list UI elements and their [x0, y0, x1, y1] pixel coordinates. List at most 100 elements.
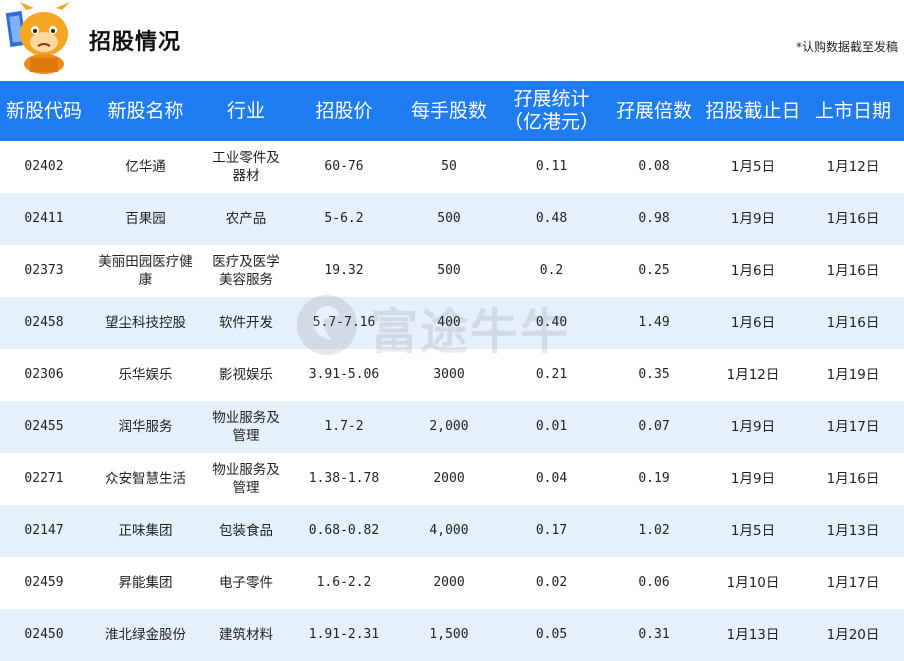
column-header: 招股截止日: [704, 81, 802, 141]
board-lot-cell: 500: [437, 263, 461, 278]
board-lot-cell: 3000: [433, 367, 465, 382]
table-row: 02459 昇能集团 电子零件 1.6-2.2 2000 0.02 0.06 1月10日 1月1…: [0, 557, 904, 609]
margin-multiple-cell: 1.02: [638, 523, 670, 538]
listing-date-cell: 1月19日: [826, 367, 880, 383]
subscription-deadline-cell: 1月5日: [730, 159, 776, 175]
board-lot-cell: 2000: [433, 575, 465, 590]
stock-name-cell: 正味集团: [118, 523, 173, 539]
margin-amount-cell: 0.21: [535, 367, 568, 382]
industry-cell: 影视娱乐: [219, 367, 273, 383]
table-row: 02306 乐华娱乐 影视娱乐 3.91-5.06 3000 0.21 0.35 1月12日 1…: [0, 349, 904, 401]
stock-name-cell: 美丽田园医疗健康: [98, 254, 193, 288]
offer-price-cell: 0.68-0.82: [308, 523, 380, 538]
offer-price-cell: 19.32: [324, 263, 364, 278]
margin-multiple-cell: 0.98: [638, 211, 670, 226]
industry-cell: 物业服务及管理: [212, 410, 280, 444]
stock-code-cell: 02402: [24, 159, 64, 174]
listing-date-cell: 1月20日: [826, 627, 880, 643]
table-row: 02455 润华服务 物业服务及管理 1.7-2 2,000 0.01 0.07 1月9日 1月…: [0, 401, 904, 453]
column-header-text: 招股截止日: [705, 99, 801, 122]
offer-price-cell: 60-76: [324, 159, 364, 174]
table-row: 02271 众安智慧生活 物业服务及管理 1.38-1.78 2000 0.04 0.19 1…: [0, 453, 904, 505]
industry-cell: 农产品: [225, 211, 267, 227]
column-header: 新股名称: [88, 81, 203, 141]
subscription-deadline-cell: 1月13日: [726, 627, 780, 643]
subscription-deadline-cell: 1月12日: [726, 367, 780, 383]
stock-code-cell: 02373: [24, 263, 64, 278]
stock-name-cell: 润华服务: [118, 419, 173, 435]
listing-date-cell: 1月17日: [826, 575, 880, 591]
listing-date-cell: 1月17日: [826, 419, 880, 435]
margin-multiple-cell: 0.07: [638, 419, 670, 434]
table-row: 02373 美丽田园医疗健康 医疗及医学美容服务 19.32 500 0.2 0.25 1月6…: [0, 245, 904, 297]
stock-code-cell: 02306: [24, 367, 64, 382]
subscription-deadline-cell: 1月6日: [730, 315, 776, 331]
offer-price-cell: 5-6.2: [324, 211, 364, 226]
table-row: 02450 淮北绿金股份 建筑材料 1.91-2.31 1,500 0.05 0.31 1月1…: [0, 609, 904, 661]
board-lot-cell: 2,000: [429, 419, 469, 434]
stock-name-cell: 淮北绿金股份: [105, 627, 186, 643]
column-header-text: （亿港元）: [503, 111, 599, 133]
board-lot-cell: 500: [437, 211, 461, 226]
column-header-text: 每手股数: [410, 99, 487, 122]
board-lot-cell: 50: [441, 159, 457, 174]
margin-amount-cell: 0.11: [535, 159, 568, 174]
margin-amount-cell: 0.48: [535, 211, 568, 226]
table-row: 02147 正味集团 包装食品 0.68-0.82 4,000 0.17 1.02 1月5日 1…: [0, 505, 904, 557]
column-header-text: 招股价: [315, 99, 373, 122]
column-header: 上市日期: [802, 81, 904, 141]
subscription-deadline-cell: 1月5日: [730, 523, 776, 539]
stock-code-cell: 02455: [24, 419, 64, 434]
board-lot-cell: 1,500: [429, 627, 469, 642]
industry-cell: 建筑材料: [219, 627, 273, 643]
subscription-deadline-cell: 1月6日: [730, 263, 776, 279]
margin-multiple-cell: 0.31: [638, 627, 670, 642]
table-row: 02411 百果园 农产品 5-6.2 500 0.48 0.98 1月9日 1月16日: [0, 193, 904, 245]
column-header: 孖展统计 （亿港元）: [499, 81, 604, 141]
listing-date-cell: 1月16日: [826, 471, 880, 487]
listing-date-cell: 1月13日: [826, 523, 880, 539]
stock-code-cell: 02147: [24, 523, 64, 538]
margin-multiple-cell: 0.06: [638, 575, 670, 590]
margin-multiple-cell: 0.25: [638, 263, 670, 278]
page-title: 招股情况: [89, 30, 182, 55]
margin-multiple-cell: 0.19: [638, 471, 670, 486]
stock-name-cell: 乐华娱乐: [118, 367, 173, 383]
subscription-deadline-cell: 1月9日: [730, 419, 776, 435]
column-header-text: 行业: [226, 99, 265, 122]
column-header-text: 新股名称: [107, 99, 184, 122]
table-row: 02458 望尘科技控股 软件开发 5.7-7.16 400 0.40 1.49 1月6日 1月…: [0, 297, 904, 349]
listing-date-cell: 1月12日: [826, 159, 880, 175]
stock-name-cell: 昇能集团: [118, 575, 173, 591]
margin-multiple-cell: 1.49: [638, 315, 670, 330]
margin-amount-cell: 0.17: [535, 523, 568, 538]
table-row: 02402 亿华通 工业零件及器材 60-76 50 0.11 0.08 1月5日 1月12日: [0, 141, 904, 193]
data-cutoff-note: *认购数据截至发稿: [795, 40, 898, 54]
column-header-text: 孖展倍数: [615, 99, 692, 122]
margin-multiple-cell: 0.08: [638, 159, 670, 174]
margin-amount-cell: 0.05: [535, 627, 568, 642]
industry-cell: 工业零件及器材: [212, 150, 280, 184]
margin-amount-cell: 0.01: [535, 419, 568, 434]
stock-name-cell: 百果园: [125, 211, 166, 227]
stock-name-cell: 望尘科技控股: [105, 315, 186, 331]
table-body: 02402 亿华通 工业零件及器材 60-76 50 0.11 0.08 1月5日 1月12日 0…: [0, 141, 904, 661]
stock-name-cell: 亿华通: [125, 159, 166, 175]
column-header: 每手股数: [399, 81, 499, 141]
stock-code-cell: 02450: [24, 627, 64, 642]
mascot-icon: [5, 2, 70, 74]
column-header: 新股代码: [0, 81, 88, 141]
column-header: 行业: [203, 81, 289, 141]
column-header-text: 孖展统计: [513, 88, 590, 110]
listing-date-cell: 1月16日: [826, 211, 880, 227]
board-lot-cell: 400: [437, 315, 461, 330]
table-header-row: 新股代码 新股名称 行业 招股价 每手股数 孖展统计 （亿港元） 孖展倍数 招股截止日 上市日期: [0, 81, 904, 141]
industry-cell: 包装食品: [219, 523, 273, 539]
stock-code-cell: 02458: [24, 315, 64, 330]
offer-price-cell: 1.7-2: [324, 419, 364, 434]
stock-code-cell: 02271: [24, 471, 64, 486]
margin-multiple-cell: 0.35: [638, 367, 670, 382]
subscription-deadline-cell: 1月9日: [730, 211, 776, 227]
ipo-table: 新股代码 新股名称 行业 招股价 每手股数 孖展统计 （亿港元） 孖展倍数 招股截止日 上市日期 …: [0, 81, 904, 661]
listing-date-cell: 1月16日: [826, 315, 880, 331]
